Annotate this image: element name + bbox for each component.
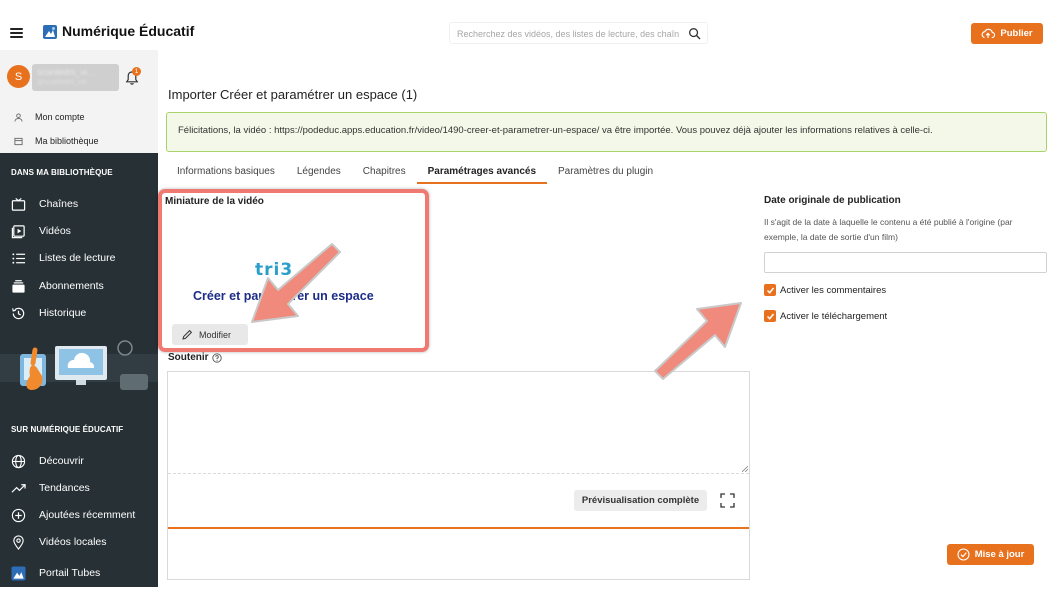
comments-checkbox-label: Activer les commentaires [780,284,887,296]
history-icon [12,307,25,319]
comments-checkbox[interactable] [764,284,776,296]
notification-badge: 1 [132,67,141,76]
sidebar-item-chaines[interactable]: Chaînes [11,195,156,213]
sidebar-item-label: Historique [39,307,87,319]
publication-date-help: Il s'agit de la date à laquelle le conte… [764,217,1013,242]
user-menu[interactable]: scanledm_vi... @scanledm_vid [32,64,119,91]
publish-button[interactable]: Publier [971,23,1043,44]
download-checkbox[interactable] [764,310,776,322]
pencil-icon [182,329,193,340]
sidebar-item-decouvrir[interactable]: Découvrir [11,452,156,470]
sidebar-illustration [0,340,158,390]
check-icon [766,287,774,294]
fullscreen-icon[interactable] [720,493,735,508]
search-bar [449,22,708,44]
sidebar-item-ajoutees[interactable]: Ajoutées récemment [11,506,156,524]
support-label-text: Soutenir [168,352,209,363]
sidebar-item-tendances[interactable]: Tendances [11,479,156,497]
video-icon [11,224,25,238]
publication-date-input[interactable] [764,252,1047,273]
update-label: Mise à jour [974,549,1025,560]
top-header: Numérique Éducatif Publier [0,0,1058,66]
tab-chapitres[interactable]: Chapitres [352,162,417,184]
tab-legendes[interactable]: Légendes [286,162,352,184]
sidebar-item-videos-locales[interactable]: Vidéos locales [11,533,156,551]
avatar[interactable]: S [7,65,30,88]
site-heading: SUR NUMÉRIQUE ÉDUCATIF [11,425,124,434]
support-label: Soutenir [168,352,222,363]
library-heading: DANS MA BIBLIOTHÈQUE [11,168,113,177]
trending-icon [11,483,26,493]
sidebar: S scanledm_vi... @scanledm_vid 1 Mon com… [0,50,158,587]
user-icon [14,112,23,122]
tv-icon [11,197,26,211]
sidebar-item-videos[interactable]: Vidéos [11,222,156,240]
download-checkbox-label: Activer le téléchargement [780,310,888,322]
sidebar-item-label: Abonnements [39,280,104,292]
sidebar-item-label: Listes de lecture [39,252,116,264]
user-handle: @scanledm_vid [37,79,87,86]
page-title: Importer Créer et paramétrer un espace (… [168,87,418,102]
tab-parametrages-avances[interactable]: Paramétrages avancés [416,162,548,184]
sidebar-item-portail[interactable]: Portail Tubes [11,564,156,582]
sidebar-item-label: Vidéos [39,225,71,237]
thumbnail-caption: Créer et paramétrer un espace [193,289,374,303]
sidebar-item-label: Chaînes [39,198,79,210]
portal-icon [11,565,26,581]
globe-icon [11,454,26,468]
search-icon[interactable] [688,27,701,40]
modify-thumbnail-button[interactable]: Modifier [172,324,248,345]
tab-informations-basiques[interactable]: Informations basiques [166,162,286,184]
download-checkbox-row[interactable]: Activer le téléchargement [764,310,887,322]
sidebar-item-label: Tendances [39,482,90,494]
sidebar-item-listes[interactable]: Listes de lecture [11,249,156,267]
list-icon [12,252,26,264]
check-icon [766,313,774,320]
sidebar-item-abonnements[interactable]: Abonnements [11,277,156,295]
help-icon[interactable] [211,352,222,363]
update-button[interactable]: Mise à jour [947,544,1034,565]
thumbnail-label: Miniature de la vidéo [165,196,264,207]
account-link-label: Mon compte [35,112,85,122]
plus-circle-icon [11,508,26,522]
menu-icon[interactable] [10,28,23,38]
support-textarea[interactable] [168,372,749,474]
tab-bar: Informations basiques Légendes Chapitres… [166,162,664,184]
cloud-upload-icon [981,28,996,39]
full-preview-button[interactable]: Prévisualisation complète [574,490,707,511]
account-link-mon-compte[interactable]: Mon compte [14,112,85,122]
editor-divider [168,527,749,529]
resize-handle-icon[interactable] [742,466,748,472]
page: Numérique Éducatif Publier S scanledm_vi… [0,0,1058,595]
sidebar-item-historique[interactable]: Historique [11,304,156,322]
publication-date-label: Date originale de publication [764,195,901,206]
publish-label: Publier [1000,28,1033,39]
sidebar-item-label: Portail Tubes [39,567,101,579]
sidebar-item-label: Découvrir [39,455,84,467]
sidebar-item-label: Vidéos locales [39,536,107,548]
inbox-icon [12,279,25,293]
check-circle-icon [957,548,970,561]
location-icon [13,534,24,550]
app-logo-icon [43,25,57,39]
thumbnail-logo: tri3 [255,260,294,280]
library-icon [14,137,23,145]
app-title[interactable]: Numérique Éducatif [62,23,194,39]
support-editor: Prévisualisation complète [167,371,750,580]
modify-label: Modifier [199,329,232,340]
sidebar-item-label: Ajoutées récemment [39,509,136,521]
comments-checkbox-row[interactable]: Activer les commentaires [764,284,886,296]
user-name: scanledm_vi... [37,67,95,77]
success-alert: Félicitations, la vidéo : https://podedu… [166,112,1047,152]
search-input[interactable] [457,26,679,41]
tab-parametres-plugin[interactable]: Paramètres du plugin [547,162,664,184]
account-panel: S scanledm_vi... @scanledm_vid 1 Mon com… [0,50,158,153]
account-link-label: Ma bibliothèque [35,136,99,146]
account-link-bibliotheque[interactable]: Ma bibliothèque [14,136,99,146]
